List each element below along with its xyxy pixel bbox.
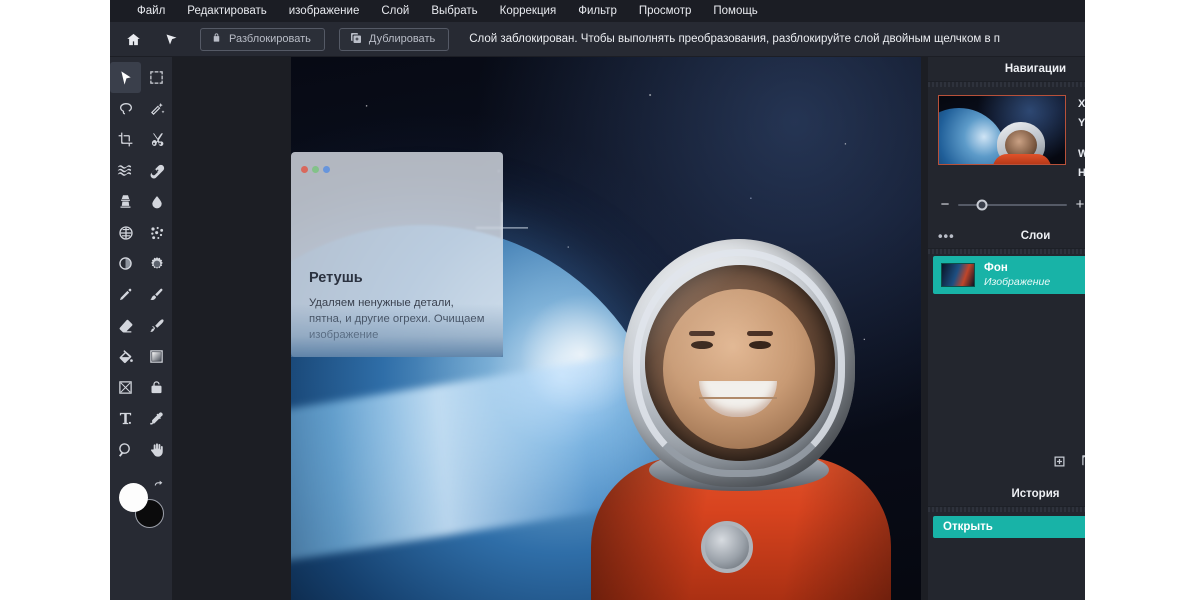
layer-meta: Фон Изображение [984, 261, 1085, 289]
tool-brush[interactable] [141, 279, 172, 310]
tool-blur-droplet[interactable] [141, 186, 172, 217]
artboard-image[interactable]: Ретушь Удаляем ненужные детали, пятна, и… [291, 57, 921, 600]
tool-padlock[interactable] [141, 372, 172, 403]
swap-arrow-icon[interactable] [151, 479, 165, 493]
navigator-x-key: X: [1078, 98, 1085, 110]
layers-toolbar [928, 454, 1085, 482]
tool-clone-stamp[interactable] [110, 186, 141, 217]
tool-paint-bucket[interactable] [110, 341, 141, 372]
menu-item-file[interactable]: Файл [126, 0, 176, 22]
tool-sharpen[interactable] [141, 248, 172, 279]
navigator-h-key: H: [1078, 167, 1085, 179]
canvas-area[interactable]: Ретушь Удаляем ненужные детали, пятна, и… [172, 57, 928, 600]
move-tool-icon[interactable] [156, 26, 186, 52]
tool-pipette[interactable] [141, 403, 172, 434]
cosmonaut-figure [553, 235, 921, 600]
navigator-w-key: W: [1078, 148, 1085, 160]
photo-editor-window: Файл Редактировать изображение Слой Выбр… [110, 0, 1085, 600]
lock-icon [211, 32, 222, 46]
menu-item-edit[interactable]: Редактировать [176, 0, 277, 22]
layers-panel-title: Слои [1020, 230, 1051, 242]
tooltip-card: Ретушь Удаляем ненужные детали, пятна, и… [291, 152, 503, 357]
menu-item-layer[interactable]: Слой [370, 0, 420, 22]
options-bar: Разблокировать Дублировать Слой заблокир… [110, 22, 1085, 57]
tool-marquee[interactable] [141, 62, 172, 93]
navigator-fields: X: Y: W:1920 H:1080 [1078, 95, 1085, 183]
menu-item-select[interactable]: Выбрать [420, 0, 488, 22]
layer-kind: Изображение [984, 276, 1051, 288]
color-swatches[interactable] [110, 479, 172, 541]
zoom-in-button[interactable]: + [1075, 197, 1085, 212]
tooltip-title: Ретушь [309, 270, 363, 286]
layers-list: Фон Изображение [928, 254, 1085, 454]
tool-text[interactable] [110, 403, 141, 434]
tool-move[interactable] [110, 62, 141, 93]
tool-magic-wand[interactable] [141, 93, 172, 124]
tool-pen[interactable] [110, 279, 141, 310]
menu-bar: Файл Редактировать изображение Слой Выбр… [110, 0, 1085, 22]
layer-name: Фон [984, 262, 1008, 274]
navigator-panel-header: Навигации – ✕ [928, 57, 1085, 81]
tool-transform[interactable] [110, 372, 141, 403]
tool-rail [110, 57, 172, 600]
menu-item-adjust[interactable]: Коррекция [489, 0, 568, 22]
tool-art-brush[interactable] [141, 310, 172, 341]
unlock-button-label: Разблокировать [229, 33, 311, 45]
duplicate-button-label: Дублировать [368, 33, 436, 45]
layer-thumbnail [941, 263, 975, 287]
navigator-thumbnail[interactable] [938, 95, 1066, 165]
home-icon[interactable] [118, 26, 148, 52]
page-background-right [1085, 0, 1200, 600]
zoom-out-button[interactable]: − [940, 197, 950, 212]
more-dots-icon[interactable]: ••• [938, 229, 955, 244]
tool-zoom[interactable] [110, 434, 141, 465]
tool-lasso[interactable] [110, 93, 141, 124]
duplicate-button[interactable]: Дублировать [338, 27, 450, 51]
menu-item-filter[interactable]: Фильтр [567, 0, 628, 22]
plus-square-icon[interactable] [1052, 454, 1067, 474]
tool-hand[interactable] [141, 434, 172, 465]
status-message: Слой заблокирован. Чтобы выполнять преоб… [469, 33, 1000, 45]
tooltip-decoration-dots [301, 160, 334, 178]
tool-scissors[interactable] [141, 124, 172, 155]
navigator-y-key: Y: [1078, 117, 1085, 129]
history-panel-grip[interactable] [928, 506, 1085, 512]
tool-contrast[interactable] [110, 248, 141, 279]
zoom-slider-handle[interactable] [976, 199, 988, 210]
zoom-slider-track[interactable] [958, 199, 1067, 210]
tool-crop[interactable] [110, 124, 141, 155]
tool-liquify[interactable] [110, 155, 141, 186]
helmet-rim [633, 249, 845, 477]
menu-item-image[interactable]: изображение [278, 0, 371, 22]
foreground-color-swatch[interactable] [119, 483, 148, 512]
tool-eraser[interactable] [110, 310, 141, 341]
duplicate-icon [350, 32, 362, 47]
history-panel-header: История – ✕ [928, 482, 1085, 506]
tool-healing-brush[interactable] [141, 155, 172, 186]
layers-panel-header: ••• Слои – ✕ [928, 224, 1085, 248]
navigator-body: X: Y: W:1920 H:1080 [928, 87, 1085, 183]
tool-mesh-globe[interactable] [110, 217, 141, 248]
table-row[interactable]: Фон Изображение [933, 256, 1085, 294]
tool-gradient[interactable] [141, 341, 172, 372]
menu-item-help[interactable]: Помощь [702, 0, 768, 22]
suit-dial [701, 521, 753, 573]
tooltip-fade [291, 304, 503, 357]
zoom-controls: − + 37% [928, 183, 1085, 224]
history-panel-title: История [1011, 488, 1060, 500]
layers-panel: ••• Слои – ✕ Фон Изображение [928, 224, 1085, 482]
navigator-panel: Навигации – ✕ X: Y: W:1920 [928, 57, 1085, 224]
history-panel: История – ✕ Открыть [928, 482, 1085, 538]
list-item[interactable]: Открыть [933, 516, 1085, 538]
menu-item-view[interactable]: Просмотр [628, 0, 703, 22]
right-panel-stack: Навигации – ✕ X: Y: W:1920 [928, 57, 1085, 600]
tool-dodge-dots[interactable] [141, 217, 172, 248]
navigator-panel-title: Навигации [1004, 63, 1067, 75]
history-item-label: Открыть [943, 521, 993, 533]
unlock-button[interactable]: Разблокировать [200, 27, 325, 51]
